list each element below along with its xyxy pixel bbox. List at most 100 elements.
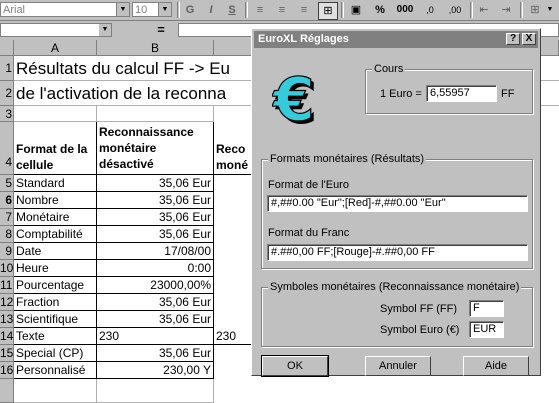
format-cell[interactable]: Nombre — [14, 192, 97, 209]
value-cell[interactable]: 230,00 Y — [97, 362, 214, 379]
row-header[interactable]: 9 — [0, 243, 14, 260]
chevron-down-icon[interactable]: ▼ — [545, 2, 555, 18]
font-size-dropdown[interactable]: 10 ▼ — [132, 2, 172, 17]
indent-icon[interactable]: ⇥ — [498, 2, 514, 18]
row-header[interactable]: 10 — [0, 260, 14, 277]
value-cell[interactable]: 35,06 Eur — [97, 192, 214, 209]
euro-format-label: Format de l'Euro — [268, 179, 349, 191]
euro-symbol-input[interactable]: EUR — [469, 321, 504, 338]
currency-icon[interactable]: ▣ — [348, 2, 364, 18]
font-name-value: Arial — [3, 4, 26, 16]
value-cell[interactable]: 0:00 — [97, 260, 214, 277]
chevron-down-icon[interactable]: ▼ — [116, 3, 129, 16]
merge-center-icon[interactable]: ⊞ — [318, 2, 338, 20]
edit-formula-button[interactable]: = — [148, 22, 174, 38]
dialog-titlebar[interactable]: EuroXL Réglages ? X — [254, 31, 538, 48]
row-header[interactable]: 5 — [0, 175, 14, 192]
franc-format-label: Format du Franc — [268, 227, 350, 239]
bold-button[interactable]: G — [182, 2, 198, 18]
decrease-decimal-button[interactable]: ,00 — [444, 2, 466, 18]
underline-button[interactable]: S — [224, 2, 240, 18]
close-icon[interactable]: X — [522, 33, 536, 45]
symbols-group: Symboles monétaires (Reconnaissance moné… — [261, 281, 533, 347]
borders-icon[interactable]: ⊞ — [526, 2, 544, 18]
value-cell[interactable]: 35,06 Eur — [97, 345, 214, 362]
row-header[interactable]: 7 — [0, 209, 14, 226]
italic-button[interactable]: I — [203, 2, 219, 18]
value-cell[interactable]: 35,06 Eur — [97, 294, 214, 311]
row-header[interactable]: 8 — [0, 226, 14, 243]
help-button[interactable]: Aide — [463, 356, 529, 376]
format-cell[interactable]: Comptabilité — [14, 226, 97, 243]
row-header[interactable]: 3 — [0, 106, 14, 122]
euro-format-input[interactable]: #,##0.00 "Eur";[Red]-#,##0.00 "Eur" — [267, 195, 528, 212]
value-cell[interactable]: 23000,00% — [97, 277, 214, 294]
row-header[interactable]: 4 — [0, 122, 14, 175]
format-cell[interactable]: Standard — [14, 175, 97, 192]
separator — [177, 2, 180, 18]
cell[interactable] — [97, 379, 214, 403]
outdent-icon[interactable]: ⇤ — [476, 2, 492, 18]
help-icon[interactable]: ? — [506, 33, 520, 45]
cancel-button[interactable]: Annuler — [365, 356, 431, 376]
svg-text:€: € — [272, 67, 315, 131]
exchange-rate-input[interactable]: 6,55957 — [426, 85, 497, 102]
header-cell-disabled[interactable]: Reconnaissance monétaire désactivé — [97, 122, 214, 175]
separator — [245, 2, 248, 18]
format-cell[interactable]: Texte — [14, 328, 97, 345]
align-center-icon[interactable]: ≡ — [274, 2, 290, 18]
franc-format-input[interactable]: #.##0,00 FF;[Rouge]-#.##0,00 FF — [267, 244, 528, 261]
select-all-corner[interactable] — [0, 40, 14, 56]
row-header[interactable]: 2 — [0, 81, 14, 106]
ok-button[interactable]: OK — [261, 355, 329, 377]
thousands-button[interactable]: 000 — [394, 2, 416, 18]
value-cell[interactable]: 35,06 Eur — [97, 226, 214, 243]
format-cell[interactable]: Personnalisé — [14, 362, 97, 379]
row-header[interactable]: 11 — [0, 277, 14, 294]
ff-symbol-input[interactable]: F — [469, 300, 504, 317]
header-cell-enabled[interactable]: Reco moné — [214, 122, 254, 175]
font-name-dropdown[interactable]: Arial ▼ — [0, 2, 130, 17]
name-box[interactable]: ▼ — [0, 23, 112, 37]
column-header-a[interactable]: A — [14, 40, 97, 56]
separator — [341, 2, 344, 18]
row-header[interactable]: 12 — [0, 294, 14, 311]
euro-symbol-label: Symbol Euro (€) — [380, 324, 460, 336]
separator — [470, 2, 473, 18]
chevron-down-icon[interactable]: ▼ — [158, 3, 171, 16]
header-cell-format[interactable]: Format de la cellule — [14, 122, 97, 175]
format-cell[interactable]: Heure — [14, 260, 97, 277]
chevron-down-icon[interactable]: ▼ — [99, 24, 111, 36]
row-header[interactable]: 15 — [0, 345, 14, 362]
euro-logo-icon: € € — [270, 64, 324, 138]
ff-symbol-label: Symbol FF (FF) — [380, 303, 457, 315]
value-cell[interactable]: 17/08/00 — [97, 243, 214, 260]
format-cell[interactable]: Scientifique — [14, 311, 97, 328]
value-cell[interactable]: 35,06 Eur — [97, 311, 214, 328]
value-cell-enabled[interactable]: 230 — [214, 328, 254, 345]
format-cell[interactable]: Monétaire — [14, 209, 97, 226]
value-cell[interactable]: 35,06 Eur — [97, 209, 214, 226]
row-header[interactable]: 6 — [0, 192, 14, 209]
row-header[interactable] — [0, 379, 14, 403]
symbols-group-label: Symboles monétaires (Reconnaissance moné… — [268, 281, 522, 293]
row-header[interactable]: 13 — [0, 311, 14, 328]
rate-label: 1 Euro = — [380, 88, 422, 100]
cell[interactable] — [14, 106, 97, 122]
format-cell[interactable]: Date — [14, 243, 97, 260]
format-cell[interactable]: Fraction — [14, 294, 97, 311]
percent-button[interactable]: % — [372, 2, 388, 18]
row-header[interactable]: 14 — [0, 328, 14, 345]
increase-decimal-button[interactable]: ,0 — [420, 2, 440, 18]
align-left-icon[interactable]: ≡ — [252, 2, 268, 18]
format-cell[interactable]: Special (CP) — [14, 345, 97, 362]
cell[interactable] — [97, 106, 214, 122]
row-header[interactable]: 1 — [0, 56, 14, 81]
row-header[interactable]: 16 — [0, 362, 14, 379]
column-header-b[interactable]: B — [97, 40, 214, 56]
cell[interactable] — [14, 379, 97, 403]
format-cell[interactable]: Pourcentage — [14, 277, 97, 294]
align-right-icon[interactable]: ≡ — [296, 2, 312, 18]
value-cell[interactable]: 35,06 Eur — [97, 175, 214, 192]
value-cell[interactable]: 230 — [97, 328, 214, 345]
